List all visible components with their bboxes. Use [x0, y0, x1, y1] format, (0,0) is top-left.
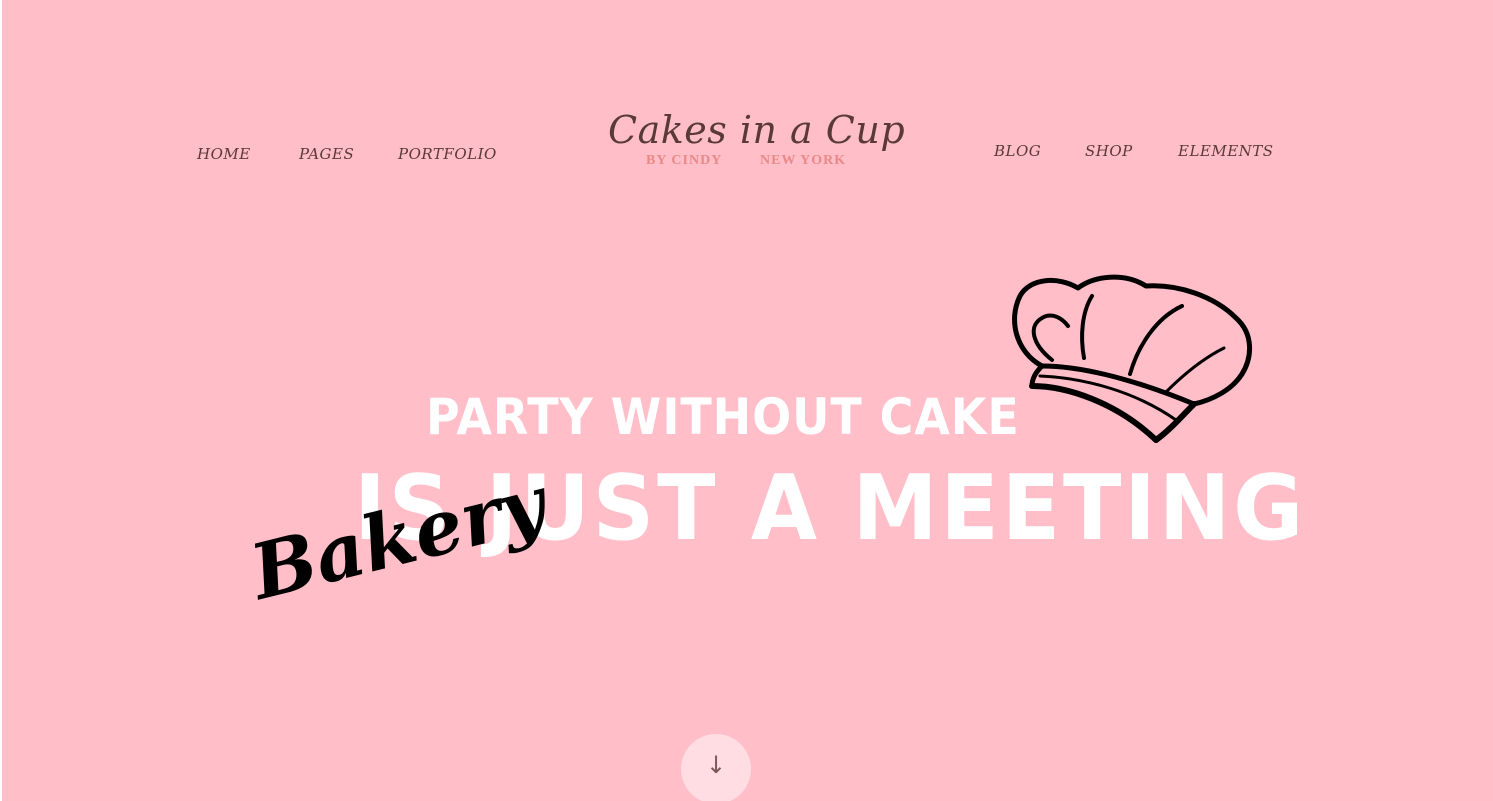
page: HOME PAGES PORTFOLIO Cakes in a Cup BY C…	[0, 0, 1493, 801]
nav-home[interactable]: HOME	[197, 145, 251, 163]
hero-headline-top: PARTY WITHOUT CAKE	[426, 388, 1020, 446]
hero-section: HOME PAGES PORTFOLIO Cakes in a Cup BY C…	[2, 0, 1493, 801]
scroll-down-button[interactable]: ↓	[681, 734, 751, 801]
nav-elements[interactable]: ELEMENTS	[1178, 142, 1274, 160]
logo-byline: BY CINDY	[646, 153, 723, 168]
nav-pages[interactable]: PAGES	[299, 145, 354, 163]
chef-hat-icon	[1012, 274, 1253, 443]
nav-blog[interactable]: BLOG	[994, 142, 1041, 160]
site-logo[interactable]: Cakes in a Cup BY CINDY NEW YORK	[602, 108, 906, 178]
logo-location: NEW YORK	[760, 153, 847, 168]
down-arrow-icon: ↓	[705, 751, 727, 779]
nav-portfolio[interactable]: PORTFOLIO	[398, 145, 497, 163]
logo-name: Cakes in a Cup	[608, 108, 906, 152]
nav-shop[interactable]: SHOP	[1085, 142, 1133, 160]
